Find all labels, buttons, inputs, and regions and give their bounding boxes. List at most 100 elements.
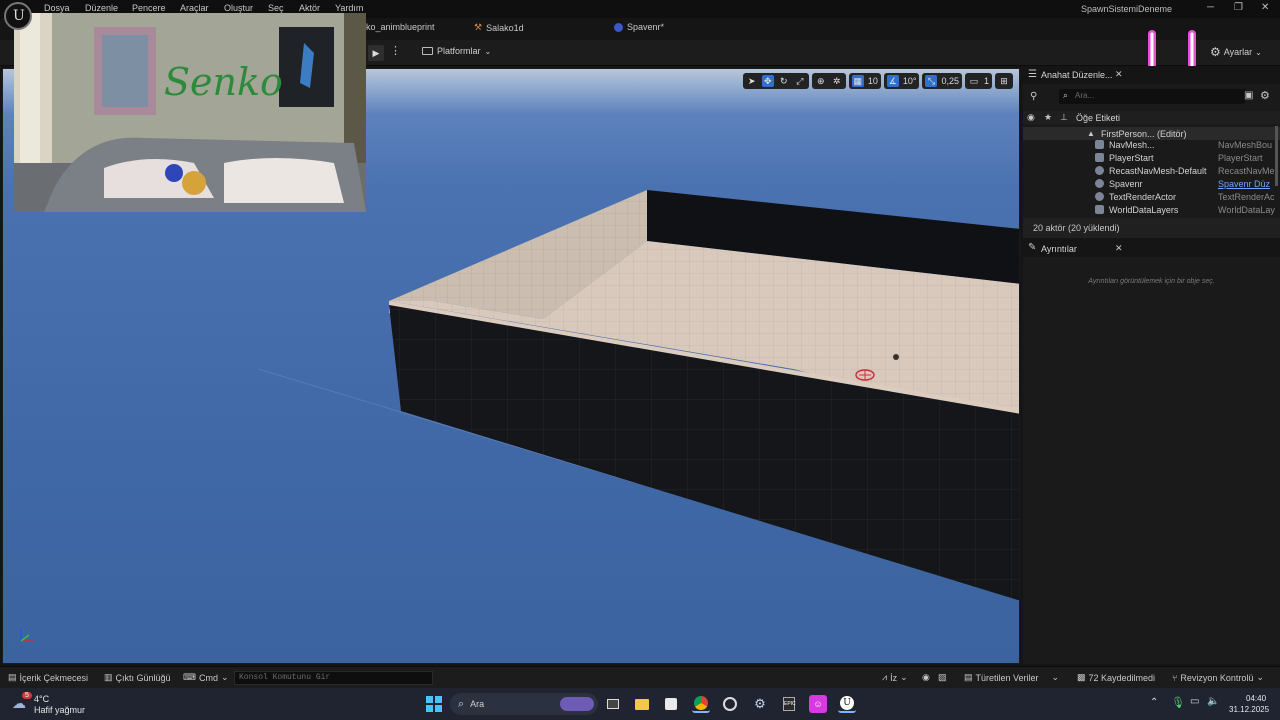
tab-salako1d[interactable]: ⚒ Salako1d: [474, 22, 524, 33]
actor-marker-icon[interactable]: [893, 354, 899, 360]
store-icon[interactable]: [662, 695, 680, 713]
derived-data-button[interactable]: ▤ Türetilen Veriler ⌄: [964, 672, 1059, 683]
github-desktop-icon[interactable]: [721, 695, 739, 713]
item-type: TextRenderAc: [1218, 191, 1275, 202]
world-space-icon[interactable]: ⊕: [815, 75, 827, 87]
tab-spavenr[interactable]: Spavenr*: [614, 22, 664, 32]
chevron-down-icon: ⌄: [1255, 47, 1262, 57]
console-input[interactable]: Konsol Komutunu Gir: [234, 671, 433, 685]
terminal-icon: ⌨: [183, 672, 196, 682]
tree-row[interactable]: RecastNavMesh-Default RecastNavMe: [1023, 164, 1280, 177]
surface-snap-icon[interactable]: ✲: [831, 75, 843, 87]
pin-icon[interactable]: ⊥: [1060, 112, 1068, 123]
item-name: RecastNavMesh-Default: [1109, 165, 1207, 176]
layout-control[interactable]: ⊞: [995, 73, 1013, 89]
select-tool-icon[interactable]: ➤: [746, 75, 758, 87]
file-explorer-icon[interactable]: [633, 695, 651, 713]
maximize-icon[interactable]: ❐: [1234, 2, 1243, 13]
tree-row[interactable]: TextRenderActor TextRenderAc: [1023, 190, 1280, 203]
trace-icon: ⩘: [882, 672, 888, 682]
item-type: WorldDataLay: [1218, 204, 1275, 215]
tree-row[interactable]: WorldDataLayers WorldDataLay: [1023, 203, 1280, 216]
details-panel: ✎ Ayrıntılar ✕ Ayrıntıları görüntülemek …: [1023, 240, 1280, 664]
viewport-toolbar: ➤ ✥ ↻ ⤢ ⊕ ✲ ▦ 10 ∡ 10° ⤡ 0,25 ▭ 1 ⊞: [742, 73, 1013, 89]
camera-icon[interactable]: ▭: [968, 75, 980, 87]
unsaved-button[interactable]: ▩ 72 Kaydedilmedi: [1077, 672, 1155, 683]
menu-select[interactable]: Seç: [268, 3, 284, 13]
app-purple-icon[interactable]: ☺: [809, 695, 827, 713]
weather-widget[interactable]: ☁ 5 4°C Hafif yağmur: [12, 692, 102, 716]
grid-snap-icon[interactable]: ▦: [851, 75, 864, 87]
camera-speed-value: 1: [983, 76, 989, 86]
output-log-button[interactable]: ▥ Çıktı Günlüğü: [104, 672, 171, 683]
play-button[interactable]: ▶: [368, 45, 384, 61]
play-options-icon[interactable]: ⋮: [390, 44, 401, 57]
camera-speed-control[interactable]: ▭ 1: [964, 73, 992, 89]
viewport-layout-icon[interactable]: ⊞: [998, 75, 1010, 87]
grid-snap-control[interactable]: ▦ 10: [848, 73, 881, 89]
item-type-link[interactable]: Spavenr Düz: [1218, 179, 1276, 189]
scale-snap-icon[interactable]: ⤡: [925, 75, 938, 87]
taskbar-search[interactable]: ⌕ Ara: [450, 693, 598, 715]
start-button[interactable]: [425, 695, 443, 713]
filter-icon[interactable]: ⚲: [1030, 91, 1037, 102]
minimize-icon[interactable]: ─: [1207, 2, 1214, 13]
tab-label: ko_animblueprint: [366, 22, 435, 32]
visibility-icon[interactable]: ◉: [1027, 112, 1035, 123]
close-tab-icon[interactable]: ✕: [1115, 243, 1123, 254]
content-drawer-icon: ▤: [8, 672, 17, 682]
volume-icon[interactable]: 🔈: [1207, 696, 1219, 707]
unreal-engine-icon[interactable]: U: [838, 695, 856, 713]
favorite-icon[interactable]: ★: [1044, 112, 1052, 123]
unreal-logo-icon[interactable]: U: [4, 2, 32, 30]
outliner-settings-icon[interactable]: ⚙: [1260, 89, 1270, 102]
menu-edit[interactable]: Düzenle: [85, 3, 118, 13]
menu-actor[interactable]: Aktör: [299, 3, 320, 13]
outliner-search-input[interactable]: ⌕ Ara...: [1059, 89, 1245, 104]
menu-help[interactable]: Yardım: [335, 3, 363, 13]
menu-tools[interactable]: Araçlar: [180, 3, 209, 13]
tree-row[interactable]: Spavenr Spavenr Düz: [1023, 177, 1280, 190]
scale-snap-value: 0,25: [941, 76, 959, 86]
outliner-tab[interactable]: ☰ Anahat Düzenle... ✕: [1023, 66, 1280, 84]
close-icon[interactable]: ✕: [1261, 2, 1269, 13]
level-icon: ▲: [1087, 129, 1095, 138]
epic-games-icon[interactable]: EPIC: [780, 695, 798, 713]
menu-window[interactable]: Pencere: [132, 3, 166, 13]
close-tab-icon[interactable]: ✕: [1115, 69, 1123, 80]
scale-tool-icon[interactable]: ⤢: [794, 75, 806, 87]
clock-date[interactable]: 31.12.2025: [1229, 705, 1269, 714]
microphone-icon[interactable]: 🎙: [1171, 696, 1185, 709]
tray-overflow-icon[interactable]: ⌃: [1150, 697, 1158, 708]
menu-create[interactable]: Oluştur: [224, 3, 253, 13]
details-tab[interactable]: ✎ Ayrıntılar ✕: [1023, 240, 1280, 257]
trace-dropdown[interactable]: ⩘ İz ⌄: [882, 672, 908, 683]
notification-badge: 5: [22, 692, 32, 699]
menu-file[interactable]: Dosya: [44, 3, 70, 13]
chrome-icon[interactable]: [692, 695, 710, 713]
tree-row[interactable]: NavMesh... NavMeshBou: [1023, 138, 1280, 151]
search-placeholder: Ara...: [1075, 91, 1095, 100]
rotation-snap-control[interactable]: ∡ 10°: [883, 73, 920, 89]
task-view-icon[interactable]: [604, 695, 622, 713]
content-drawer-button[interactable]: ▤ İçerik Çekmecesi: [8, 672, 88, 683]
network-icon[interactable]: ▭: [1190, 696, 1199, 707]
move-tool-icon[interactable]: ✥: [761, 75, 774, 87]
record-icon[interactable]: ◉: [922, 672, 930, 683]
clock-time[interactable]: 04:40: [1246, 694, 1266, 703]
revision-control-button[interactable]: ⑂ Revizyon Kontrolü ⌄: [1172, 672, 1264, 683]
rotation-snap-icon[interactable]: ∡: [886, 75, 899, 87]
screenshot-icon[interactable]: ▨: [938, 672, 947, 683]
cmd-dropdown[interactable]: ⌨ Cmd ⌄: [183, 672, 229, 683]
outliner-scrollbar[interactable]: [1275, 126, 1278, 186]
steam-icon[interactable]: ⚙: [751, 695, 769, 713]
rotate-tool-icon[interactable]: ↻: [778, 75, 790, 87]
scale-snap-control[interactable]: ⤡ 0,25: [922, 73, 962, 89]
derived-data-label: Türetilen Veriler: [975, 672, 1039, 683]
platforms-icon: [422, 47, 433, 55]
outliner-tab-label: Anahat Düzenle...: [1041, 70, 1113, 80]
add-folder-icon[interactable]: ▣: [1244, 90, 1253, 101]
tree-row[interactable]: PlayerStart PlayerStart: [1023, 151, 1280, 164]
tab-animblueprint[interactable]: ko_animblueprint: [366, 22, 435, 32]
platforms-button[interactable]: Platformlar ⌄: [422, 46, 491, 56]
